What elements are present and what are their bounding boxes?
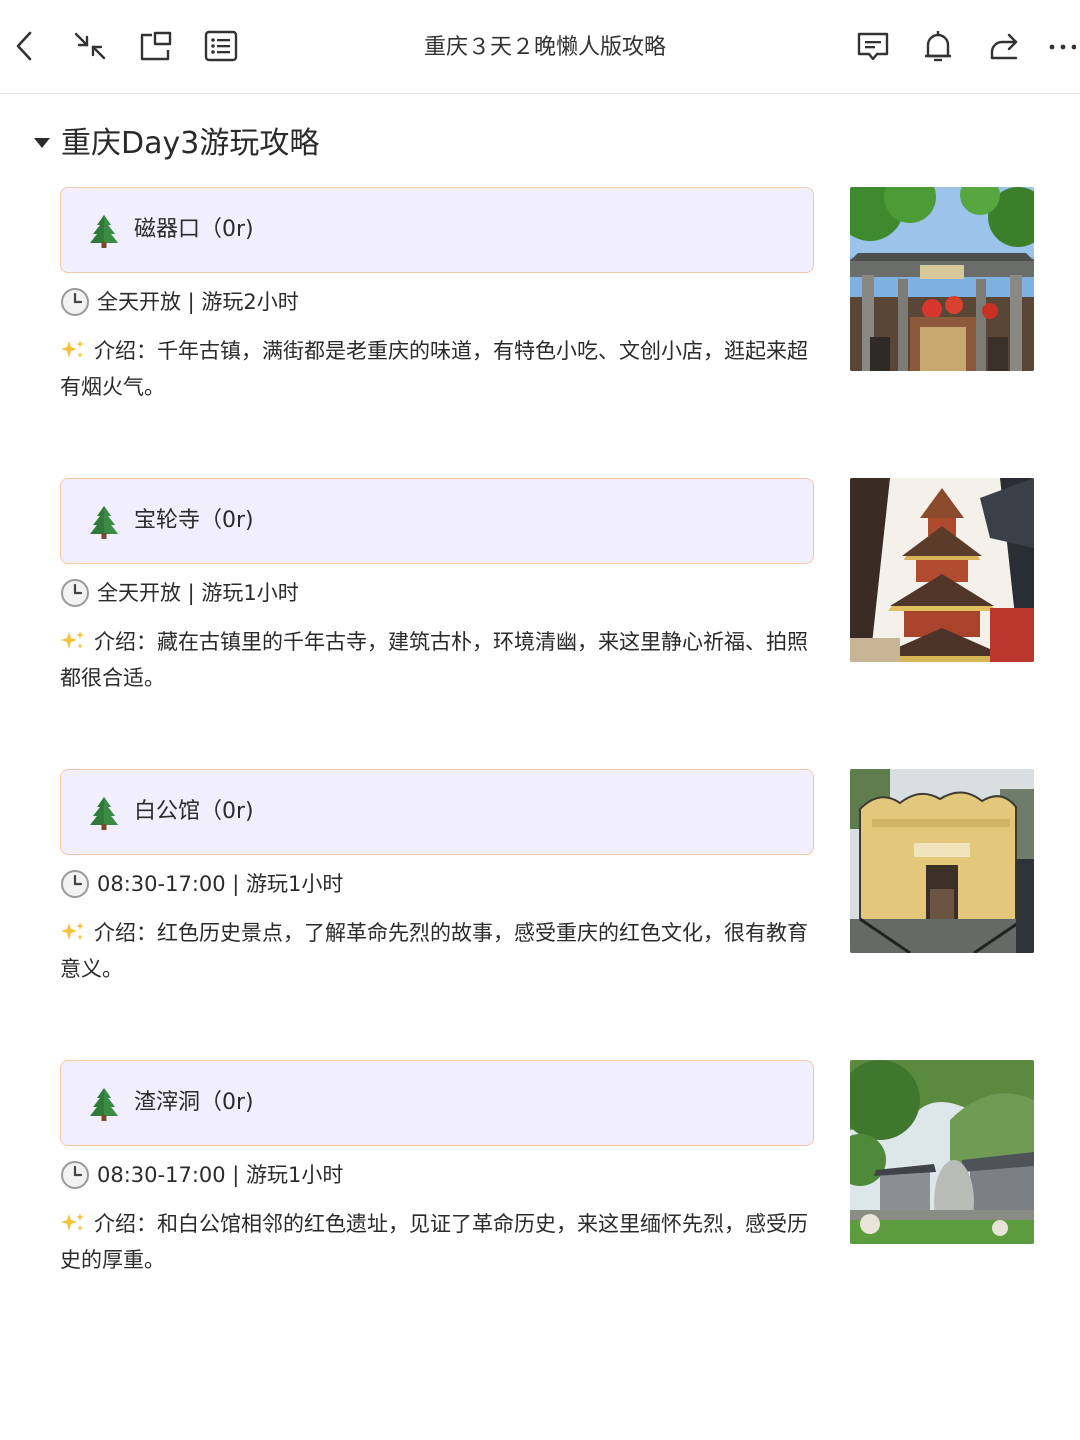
spot-card: 磁器口（0r) 全天开放 | 游玩2小时 介绍：千年古镇，满街都是老重庆的味道，有特… <box>60 187 1040 447</box>
collapse-caret-icon[interactable] <box>34 138 50 148</box>
spot-callout[interactable]: 白公馆（0r) <box>60 769 814 855</box>
clock-icon <box>60 287 90 317</box>
top-bar: 重庆３天２晚懒人版攻略 <box>0 0 1080 94</box>
spot-name: 渣滓洞（0r) <box>134 1090 254 1115</box>
intro-text: 红色历史景点，了解革命先烈的故事，感受重庆的红色文化，很有教育意义。 <box>60 921 808 981</box>
intro-label: 介绍： <box>94 921 157 945</box>
evergreen-tree-icon <box>89 796 119 830</box>
spot-callout[interactable]: 渣滓洞（0r) <box>60 1060 814 1146</box>
back-icon[interactable] <box>8 28 44 64</box>
more-icon[interactable] <box>1046 28 1076 64</box>
baolun-temple-photo[interactable] <box>850 478 1034 662</box>
sparkles-icon <box>60 339 94 363</box>
evergreen-tree-icon <box>89 1087 119 1121</box>
spot-card: 白公馆（0r) 08:30-17:00 | 游玩1小时 介绍：红色历史景点，了解革命… <box>60 769 1040 1029</box>
comment-icon[interactable] <box>855 28 891 64</box>
sparkles-icon <box>60 1212 94 1236</box>
document-title: 重庆３天２晚懒人版攻略 <box>423 35 666 60</box>
spot-hours: 全天开放 | 游玩1小时 <box>97 581 299 605</box>
spot-callout[interactable]: 磁器口（0r) <box>60 187 814 273</box>
spot-name: 磁器口（0r) <box>134 217 254 242</box>
spot-name: 宝轮寺（0r) <box>134 508 254 533</box>
spot-intro: 介绍：和白公馆相邻的红色遗址，见证了革命历史，来这里缅怀先烈，感受历史的厚重。 <box>60 1206 812 1278</box>
spot-intro: 介绍：红色历史景点，了解革命先烈的故事，感受重庆的红色文化，很有教育意义。 <box>60 915 812 987</box>
collapse-icon[interactable] <box>72 28 108 64</box>
intro-label: 介绍： <box>94 630 157 654</box>
evergreen-tree-icon <box>89 214 119 248</box>
spot-intro: 介绍：千年古镇，满街都是老重庆的味道，有特色小吃、文创小店，逛起来超有烟火气。 <box>60 333 812 405</box>
spot-card: 渣滓洞（0r) 08:30-17:00 | 游玩1小时 介绍：和白公馆相邻的红色遗址… <box>60 1060 1040 1320</box>
intro-text: 藏在古镇里的千年古寺，建筑古朴，环境清幽，来这里静心祈福、拍照都很合适。 <box>60 630 808 690</box>
ciqikou-photo[interactable] <box>850 187 1034 371</box>
clock-icon <box>60 578 90 608</box>
clock-icon <box>60 1160 90 1190</box>
bai-mansion-photo[interactable] <box>850 769 1034 953</box>
sparkles-icon <box>60 630 94 654</box>
spot-card: 宝轮寺（0r) 全天开放 | 游玩1小时 介绍：藏在古镇里的千年古寺，建筑古朴，环境… <box>60 478 1040 738</box>
spot-name: 白公馆（0r) <box>134 799 254 824</box>
evergreen-tree-icon <box>89 505 119 539</box>
spot-intro: 介绍：藏在古镇里的千年古寺，建筑古朴，环境清幽，来这里静心祈福、拍照都很合适。 <box>60 624 812 696</box>
window-icon[interactable] <box>138 28 174 64</box>
intro-label: 介绍： <box>94 339 157 363</box>
zhazidong-photo[interactable] <box>850 1060 1034 1244</box>
spot-callout[interactable]: 宝轮寺（0r) <box>60 478 814 564</box>
sparkles-icon <box>60 921 94 945</box>
spot-hours: 08:30-17:00 | 游玩1小时 <box>97 872 344 896</box>
bell-icon[interactable] <box>920 28 956 64</box>
section-title: 重庆Day3游玩攻略 <box>61 126 320 161</box>
spot-hours: 全天开放 | 游玩2小时 <box>97 290 299 314</box>
intro-text: 和白公馆相邻的红色遗址，见证了革命历史，来这里缅怀先烈，感受历史的厚重。 <box>60 1212 808 1272</box>
intro-text: 千年古镇，满街都是老重庆的味道，有特色小吃、文创小店，逛起来超有烟火气。 <box>60 339 808 399</box>
intro-label: 介绍： <box>94 1212 157 1236</box>
spot-hours: 08:30-17:00 | 游玩1小时 <box>97 1163 344 1187</box>
share-icon[interactable] <box>986 28 1022 64</box>
outline-icon[interactable] <box>203 28 239 64</box>
clock-icon <box>60 869 90 899</box>
